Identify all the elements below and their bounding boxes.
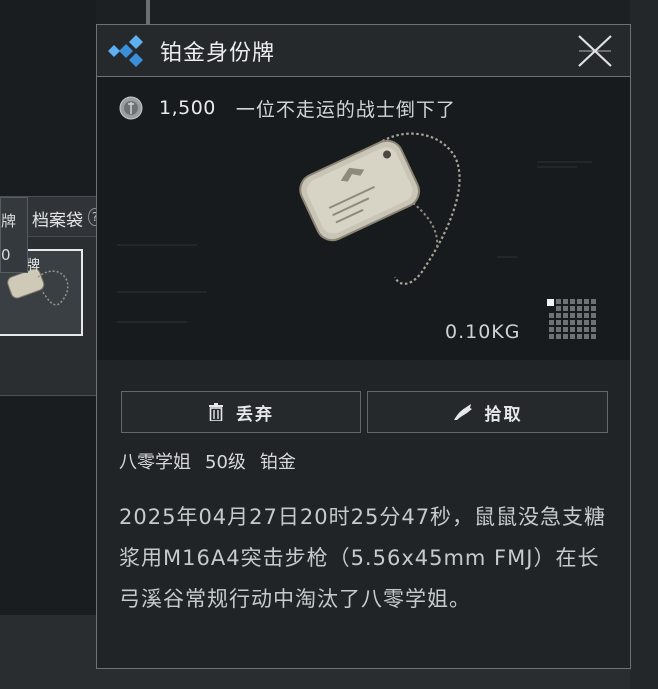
diamonds-icon xyxy=(108,35,143,67)
owner-level: 50级 xyxy=(205,452,246,473)
grab-hand-icon xyxy=(453,404,472,420)
background-right-panel xyxy=(630,0,658,689)
item-detail-popup: 铂金身份牌 1,500 一位不走运的战士倒下了 0.10KG 丢弃 拾取 八零学… xyxy=(96,24,631,669)
background-divider xyxy=(146,0,150,26)
slot-label: 牌 xyxy=(26,258,40,274)
discard-button[interactable]: 丢弃 xyxy=(121,391,361,433)
discard-label: 丢弃 xyxy=(236,404,274,425)
item-meta-row: 八零学姐 50级 铂金 xyxy=(119,448,296,474)
trash-icon xyxy=(209,403,223,421)
item-preview-area: 1,500 一位不走运的战士倒下了 0.10KG xyxy=(97,77,630,360)
item-description: 2025年04月27日20时25分47秒，鼠鼠没急支糖浆用M16A4突击步枪（5… xyxy=(119,505,607,611)
item-weight: 0.10KG xyxy=(445,321,521,343)
popup-title: 铂金身份牌 xyxy=(160,41,276,66)
tooltip-line: 牌 xyxy=(1,212,17,230)
item-tier: 铂金 xyxy=(259,452,296,473)
dogtag-item-image xyxy=(299,132,461,285)
owner-name: 八零学姐 xyxy=(119,452,191,473)
popup-header: 铂金身份牌 xyxy=(97,25,630,77)
case-panel: 档案袋 ? 牌 牌 0 xyxy=(0,196,102,396)
close-icon[interactable] xyxy=(575,33,615,69)
tooltip-line: 0 xyxy=(1,246,11,264)
pickup-button[interactable]: 拾取 xyxy=(367,391,608,433)
case-tooltip: 牌 0 xyxy=(0,197,28,273)
grid-size-icon xyxy=(547,299,596,339)
case-title: 档案袋 xyxy=(32,211,83,231)
pickup-label: 拾取 xyxy=(484,404,523,425)
